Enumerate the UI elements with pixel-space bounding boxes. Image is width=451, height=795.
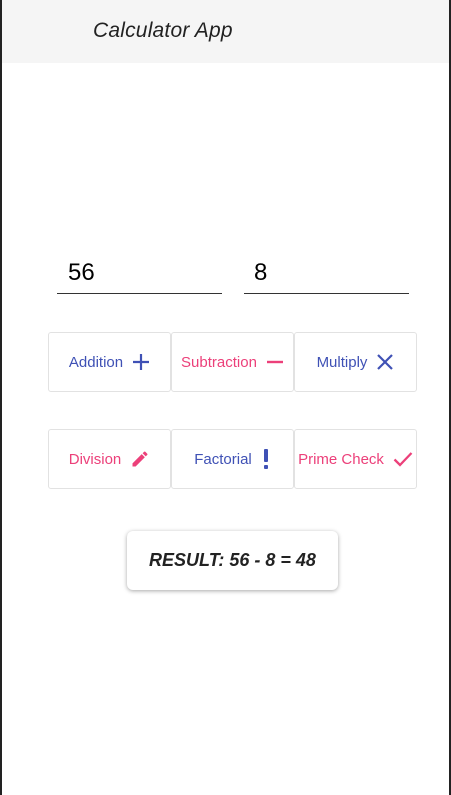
exclamation-icon bbox=[263, 449, 268, 469]
check-icon bbox=[393, 452, 413, 467]
division-button[interactable]: Division bbox=[48, 429, 171, 489]
second-number-input[interactable] bbox=[244, 252, 409, 294]
multiply-button-label: Multiply bbox=[316, 353, 368, 371]
pencil-icon bbox=[132, 451, 148, 467]
app-title: Calculator App bbox=[93, 19, 233, 42]
plus-icon bbox=[133, 354, 150, 370]
factorial-button-label: Factorial bbox=[194, 450, 252, 468]
subtraction-button[interactable]: Subtraction bbox=[171, 332, 294, 392]
app-header: Calculator App bbox=[2, 0, 449, 63]
prime-check-button[interactable]: Prime Check bbox=[294, 429, 417, 489]
addition-button[interactable]: Addition bbox=[48, 332, 171, 392]
prime-check-button-label: Prime Check bbox=[298, 450, 384, 468]
factorial-button[interactable]: Factorial bbox=[171, 429, 294, 489]
multiply-button[interactable]: Multiply bbox=[294, 332, 417, 392]
subtraction-button-label: Subtraction bbox=[181, 353, 257, 371]
app-window: Calculator App Addition Subtraction Mult… bbox=[0, 0, 451, 795]
result-text: RESULT: 56 - 8 = 48 bbox=[149, 550, 316, 570]
close-icon bbox=[377, 354, 394, 370]
minus-icon bbox=[266, 360, 283, 364]
first-number-input[interactable] bbox=[57, 252, 222, 294]
division-button-label: Division bbox=[68, 450, 122, 468]
addition-button-label: Addition bbox=[68, 353, 124, 371]
result-card: RESULT: 56 - 8 = 48 bbox=[127, 531, 338, 590]
